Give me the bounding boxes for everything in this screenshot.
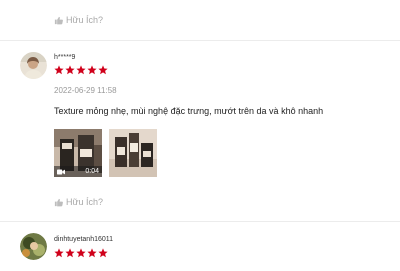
helpful-button[interactable]: Hữu Ích? <box>54 197 103 207</box>
reviewer-username: dinhtuyetanh16011 <box>54 236 114 243</box>
video-overlay: 0:04 <box>54 166 102 177</box>
reviewer-username: h*****9 <box>54 54 76 61</box>
review-date: 2022-06-29 11:58 <box>54 86 117 95</box>
star-icon <box>65 248 75 258</box>
video-duration: 0:04 <box>85 168 99 175</box>
review-image-thumbnail[interactable] <box>109 129 157 177</box>
star-icon <box>76 65 86 75</box>
thumbs-up-icon <box>54 198 63 206</box>
review-divider <box>0 40 400 41</box>
star-icon <box>54 65 64 75</box>
star-icon <box>98 248 108 258</box>
avatar[interactable] <box>20 233 47 260</box>
helpful-button[interactable]: Hữu Ích? <box>54 15 103 25</box>
star-icon <box>87 65 97 75</box>
review-video-thumbnail[interactable]: 0:04 <box>54 129 102 177</box>
avatar[interactable] <box>20 52 47 79</box>
helpful-label: Hữu Ích? <box>66 197 104 207</box>
star-icon <box>87 248 97 258</box>
rating-stars <box>54 248 108 258</box>
star-icon <box>76 248 86 258</box>
star-icon <box>65 65 75 75</box>
thumbs-up-icon <box>54 16 63 24</box>
video-camera-icon <box>57 169 65 174</box>
rating-stars <box>54 65 108 75</box>
helpful-label: Hữu Ích? <box>66 15 104 25</box>
star-icon <box>98 65 108 75</box>
review-divider <box>0 221 400 222</box>
star-icon <box>54 248 64 258</box>
review-text: Texture mỏng nhẹ, mùi nghệ đặc trưng, mư… <box>54 106 324 116</box>
review-photo-image <box>109 129 157 177</box>
